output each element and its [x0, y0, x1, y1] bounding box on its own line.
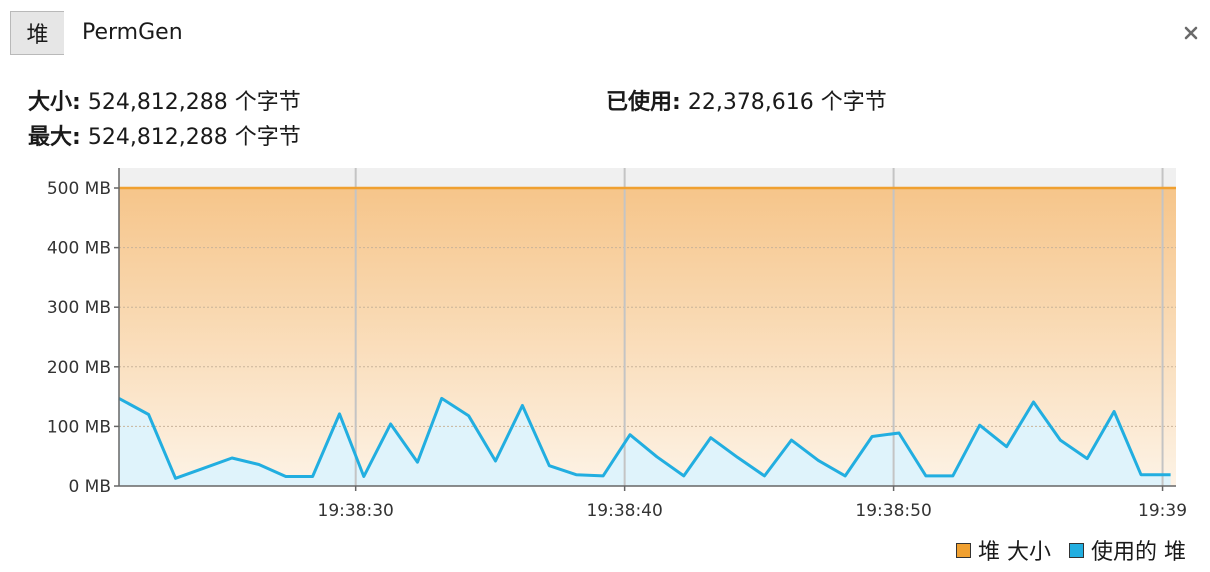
tab-permgen-label: PermGen: [82, 20, 183, 45]
tab-bar: 堆 PermGen: [10, 11, 1204, 55]
max-value: 524,812,288 个字节: [87, 125, 301, 150]
used-value: 22,378,616 个字节: [687, 90, 887, 115]
size-info: 大小: 524,812,288 个字节: [28, 84, 301, 116]
size-label: 大小: [28, 90, 73, 115]
y-tick-label-3: 300 MB: [47, 298, 111, 318]
used-separator: :: [672, 90, 681, 115]
x-tick-label-1: 19:38:40: [586, 501, 662, 521]
y-tick-label-5: 500 MB: [47, 179, 111, 199]
close-icon[interactable]: [1180, 22, 1202, 44]
max-info: 最大: 524,812,288 个字节: [28, 119, 301, 151]
tab-permgen[interactable]: PermGen: [64, 11, 1204, 55]
y-tick-label-0: 0 MB: [68, 477, 111, 497]
size-separator: :: [72, 90, 81, 115]
legend-used-heap-swatch: [1069, 542, 1084, 558]
max-separator: :: [72, 125, 81, 150]
size-value: 524,812,288 个字节: [87, 90, 301, 115]
max-label: 最大: [28, 125, 73, 150]
legend-heap-size: 堆 大小: [956, 534, 1051, 566]
x-tick-label-0: 19:38:30: [318, 501, 394, 521]
legend: 堆 大小 使用的 堆: [938, 534, 1186, 566]
legend-used-heap-label: 使用的 堆: [1091, 540, 1186, 565]
tab-heap[interactable]: 堆: [10, 11, 65, 55]
tab-heap-label: 堆: [26, 23, 49, 48]
x-tick-label-3: 19:39: [1138, 501, 1187, 521]
legend-heap-size-label: 堆 大小: [978, 540, 1051, 565]
used-label: 已使用: [606, 90, 673, 115]
y-tick-label-4: 400 MB: [47, 239, 111, 259]
used-info: 已使用: 22,378,616 个字节: [606, 84, 887, 116]
legend-heap-size-swatch: [956, 542, 971, 558]
x-tick-label-2: 19:38:50: [855, 501, 931, 521]
y-tick-label-2: 200 MB: [47, 358, 111, 378]
close-icon-glyph: [1184, 26, 1198, 40]
legend-used-heap: 使用的 堆: [1069, 534, 1186, 566]
memory-chart: 0 MB 100 MB 200 MB 300 MB 400 MB 500 MB 19:38:…: [47, 168, 1187, 521]
y-tick-label-1: 100 MB: [47, 417, 111, 437]
